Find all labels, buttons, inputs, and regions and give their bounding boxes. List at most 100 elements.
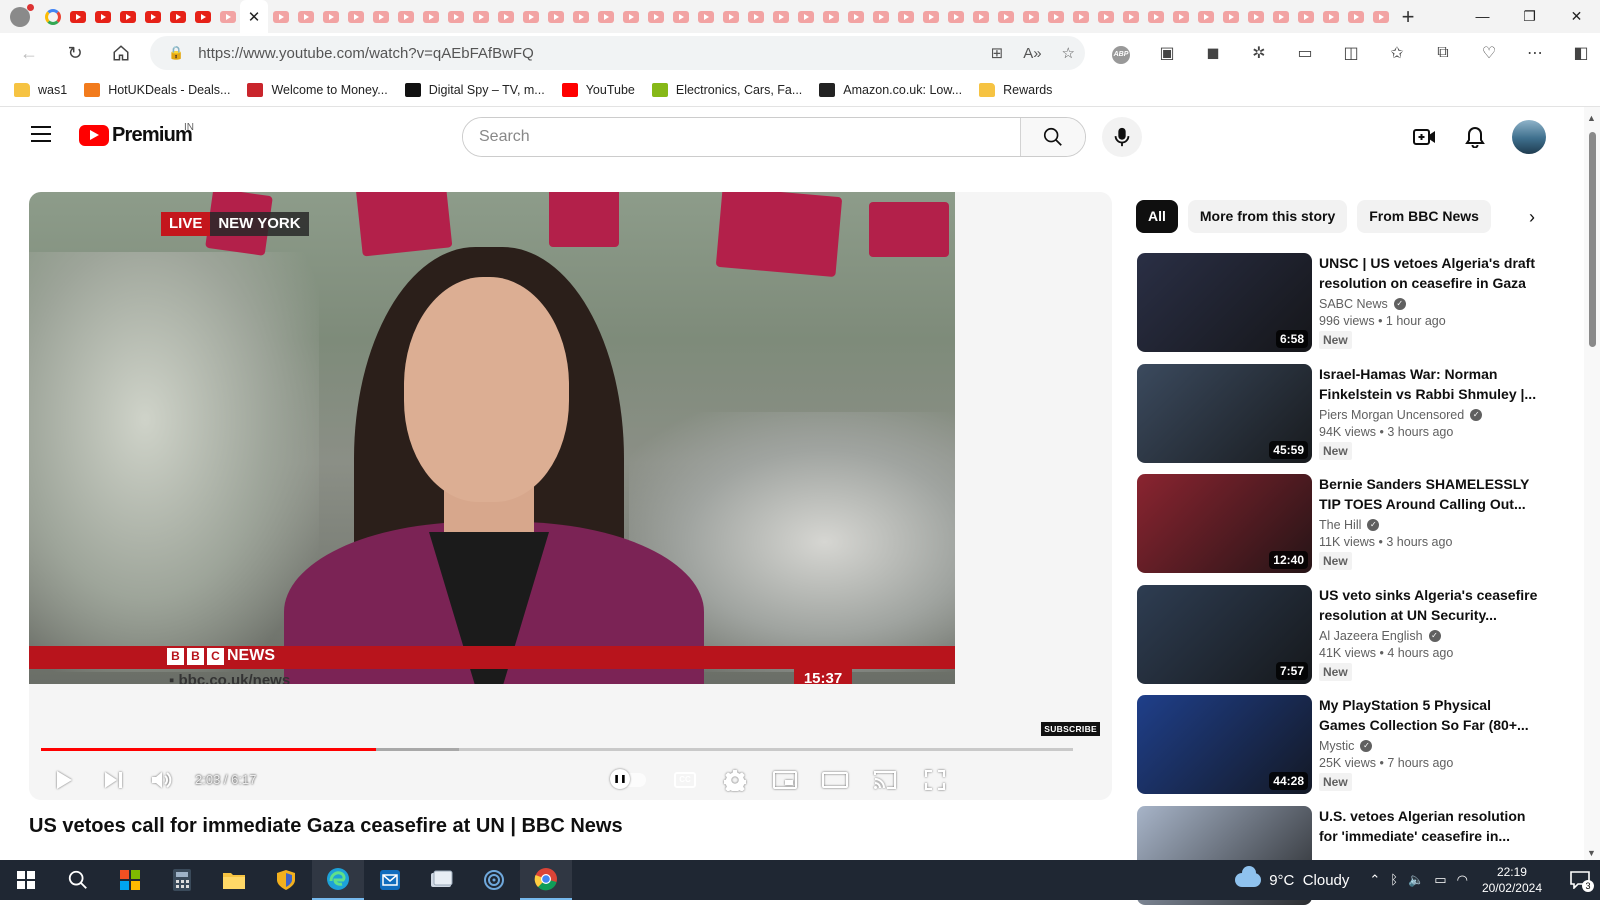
browser-tab-youtube[interactable]	[140, 0, 165, 33]
youtube-premium-logo[interactable]: Premium	[79, 124, 193, 147]
browser-tab-youtube[interactable]	[543, 0, 568, 33]
browser-tab-google[interactable]	[40, 0, 65, 33]
captions-button[interactable]: CC	[667, 760, 703, 800]
browser-tab-youtube[interactable]	[793, 0, 818, 33]
browser-tab-youtube[interactable]	[1218, 0, 1243, 33]
chips-next-button[interactable]: ›	[1520, 205, 1544, 229]
video-thumbnail[interactable]: 12:40	[1137, 474, 1312, 573]
home-button[interactable]	[98, 33, 144, 73]
theater-mode-button[interactable]	[817, 760, 853, 800]
taskbar-search-button[interactable]	[52, 860, 104, 900]
browser-tab-youtube[interactable]	[668, 0, 693, 33]
new-tab-button[interactable]: +	[1393, 0, 1423, 33]
browser-tab-youtube[interactable]	[1093, 0, 1118, 33]
browser-tab-youtube[interactable]	[818, 0, 843, 33]
start-button[interactable]	[0, 860, 52, 900]
miniplayer-button[interactable]	[767, 760, 803, 800]
progress-bar[interactable]	[41, 748, 1073, 751]
more-menu-icon[interactable]: ⋯	[1512, 43, 1558, 63]
bookmark-item[interactable]: Digital Spy – TV, m...	[404, 82, 545, 97]
battery-icon[interactable]: ▭	[1434, 872, 1446, 888]
browser-tab-youtube[interactable]	[1043, 0, 1068, 33]
browser-tab-youtube[interactable]	[893, 0, 918, 33]
collections-icon[interactable]: ⧉	[1420, 44, 1466, 62]
browser-tab-youtube[interactable]	[868, 0, 893, 33]
chevron-up-icon[interactable]: ⌃	[1369, 872, 1380, 888]
browser-tab-youtube[interactable]	[418, 0, 443, 33]
page-scrollbar[interactable]: ▲ ▼	[1584, 107, 1600, 860]
search-button[interactable]	[1020, 118, 1085, 156]
menu-hamburger-icon[interactable]	[31, 126, 51, 142]
browser-tab-youtube[interactable]	[318, 0, 343, 33]
browser-tab-youtube[interactable]	[65, 0, 90, 33]
browser-tab-youtube[interactable]	[268, 0, 293, 33]
recommendation-title[interactable]: My PlayStation 5 Physical Games Collecti…	[1319, 695, 1539, 735]
account-avatar[interactable]	[1512, 120, 1546, 154]
adblock-plus-icon[interactable]: ABP	[1098, 43, 1144, 64]
video-thumbnail[interactable]: 6:58	[1137, 253, 1312, 352]
browser-essentials-icon[interactable]: ♡	[1466, 43, 1512, 63]
scrollbar-thumb[interactable]	[1589, 132, 1596, 347]
extension-gray-icon[interactable]: ◼	[1190, 43, 1236, 63]
recommendation-item[interactable]: 12:40 Bernie Sanders SHAMELESSLY TIP TOES…	[1137, 474, 1557, 574]
taskbar-outlook-app[interactable]	[364, 860, 416, 900]
weather-widget[interactable]: 9°C Cloudy	[1235, 866, 1349, 889]
split-screen-icon[interactable]: ◫	[1328, 43, 1374, 63]
extensions-puzzle-icon[interactable]: ✲	[1236, 43, 1282, 63]
recommendation-item[interactable]: 7:57 US veto sinks Algeria's ceasefire re…	[1137, 584, 1557, 685]
cast-icon[interactable]: ▭	[1282, 43, 1328, 63]
autoplay-toggle[interactable]	[609, 760, 649, 800]
browser-tab-youtube[interactable]	[993, 0, 1018, 33]
wifi-icon[interactable]: ◠	[1457, 872, 1468, 888]
scroll-up-icon[interactable]: ▲	[1587, 113, 1596, 123]
taskbar-calculator[interactable]	[156, 860, 208, 900]
bookmark-item[interactable]: HotUKDeals - Deals...	[84, 82, 230, 97]
browser-tab-active[interactable]: ✕	[240, 0, 268, 33]
video-frame[interactable]: LIVE NEW YORK B B C NEWS ▪ bbc.co.uk/news 1…	[29, 192, 955, 684]
channel-name[interactable]: SABC News ✓	[1319, 297, 1539, 311]
back-button[interactable]: ←	[6, 33, 52, 73]
browser-tab-youtube[interactable]	[493, 0, 518, 33]
fullscreen-button[interactable]	[917, 760, 953, 800]
browser-tab-youtube[interactable]	[468, 0, 493, 33]
filter-chip[interactable]: All	[1136, 200, 1178, 233]
browser-tab-youtube[interactable]	[1118, 0, 1143, 33]
browser-tab-youtube[interactable]	[165, 0, 190, 33]
browser-tab-youtube[interactable]	[1243, 0, 1268, 33]
bookmark-item[interactable]: Amazon.co.uk: Low...	[819, 82, 962, 97]
browser-tab-youtube[interactable]	[568, 0, 593, 33]
bookmark-item[interactable]: Rewards	[979, 82, 1052, 97]
next-button[interactable]	[99, 760, 129, 800]
browser-tab-youtube[interactable]	[215, 0, 240, 33]
refresh-button[interactable]: ↻	[52, 33, 98, 73]
video-thumbnail[interactable]: 45:59	[1137, 363, 1312, 463]
filter-chip[interactable]: More from this story	[1187, 200, 1348, 233]
create-button[interactable]	[1400, 127, 1450, 147]
browser-tab-youtube[interactable]	[443, 0, 468, 33]
browser-tab-youtube[interactable]	[1143, 0, 1168, 33]
bookmark-item[interactable]: Welcome to Money...	[247, 82, 388, 97]
restore-button[interactable]: ❐	[1506, 0, 1553, 33]
recommendation-item[interactable]: 6:58 UNSC | US vetoes Algeria's draft res…	[1137, 253, 1557, 353]
browser-tab-youtube[interactable]	[368, 0, 393, 33]
taskbar-app-shield[interactable]	[260, 860, 312, 900]
sidebar-toggle-icon[interactable]: ◧	[1558, 43, 1600, 63]
picture-in-picture-icon[interactable]: ▣	[1144, 43, 1190, 63]
taskbar-chrome[interactable]	[520, 860, 572, 900]
browser-tab-youtube[interactable]	[593, 0, 618, 33]
browser-tab-youtube[interactable]	[90, 0, 115, 33]
speaker-icon[interactable]: 🔈	[1408, 872, 1424, 888]
browser-tab-youtube[interactable]	[693, 0, 718, 33]
channel-name[interactable]: Piers Morgan Uncensored ✓	[1319, 408, 1539, 422]
browser-profile-button[interactable]	[0, 0, 40, 33]
cast-button[interactable]	[867, 760, 903, 800]
voice-search-button[interactable]	[1102, 117, 1142, 157]
browser-tab-youtube[interactable]	[743, 0, 768, 33]
bookmark-item[interactable]: YouTube	[561, 82, 635, 97]
recommendation-title[interactable]: U.S. vetoes Algerian resolution for 'imm…	[1319, 806, 1539, 846]
recommendation-title[interactable]: US veto sinks Algeria's ceasefire resolu…	[1319, 585, 1539, 625]
read-aloud-icon[interactable]: A»	[1023, 45, 1041, 62]
browser-tab-youtube[interactable]	[1018, 0, 1043, 33]
favorites-icon[interactable]: ✩	[1374, 43, 1420, 63]
bookmark-item[interactable]: Electronics, Cars, Fa...	[651, 82, 802, 97]
